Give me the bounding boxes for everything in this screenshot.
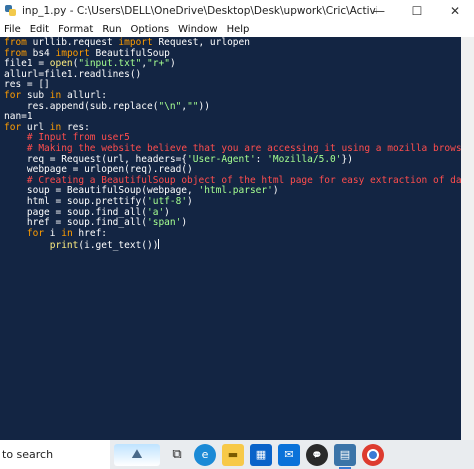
code-text[interactable]: from urllib.request import Request, urlo…	[0, 37, 461, 252]
menu-bar: File Edit Format Run Options Window Help	[0, 21, 474, 37]
mountain-widget-icon[interactable]: ⛰	[114, 443, 160, 466]
search-text: to search	[2, 448, 54, 461]
window-title: inp_1.py - C:\Users\DELL\OneDrive\Deskto…	[22, 4, 377, 17]
taskbar: to search ⛰ ⧉ e ▬ ▦ ✉ 💬 ▤	[0, 440, 474, 469]
menu-run[interactable]: Run	[98, 24, 126, 35]
vertical-scrollbar[interactable]	[461, 37, 474, 440]
chrome-icon[interactable]	[362, 443, 384, 466]
text-cursor	[158, 239, 160, 250]
taskbar-search[interactable]: to search	[0, 440, 110, 469]
close-button[interactable]: ✕	[436, 0, 474, 21]
menu-options[interactable]: Options	[127, 24, 175, 35]
file-explorer-icon[interactable]: ▬	[222, 443, 244, 466]
edge-icon[interactable]: e	[194, 443, 216, 466]
maximize-button[interactable]: ☐	[398, 0, 436, 21]
python-icon[interactable]: ▤	[334, 443, 356, 469]
menu-edit[interactable]: Edit	[26, 24, 54, 35]
code-editor[interactable]: from urllib.request import Request, urlo…	[0, 37, 461, 440]
menu-format[interactable]: Format	[54, 24, 98, 35]
mail-icon[interactable]: ✉	[278, 443, 300, 466]
store-icon[interactable]: ▦	[250, 443, 272, 466]
window-controls: — ☐ ✕	[360, 0, 474, 21]
idle-editor-window: inp_1.py - C:\Users\DELL\OneDrive\Deskto…	[0, 0, 474, 440]
chat-icon[interactable]: 💬	[306, 443, 328, 466]
menu-file[interactable]: File	[0, 24, 26, 35]
title-bar[interactable]: inp_1.py - C:\Users\DELL\OneDrive\Deskto…	[0, 0, 474, 21]
menu-window[interactable]: Window	[174, 24, 222, 35]
task-view-icon[interactable]: ⧉	[166, 444, 188, 466]
minimize-button[interactable]: —	[360, 0, 398, 21]
python-file-icon	[5, 5, 16, 16]
menu-help[interactable]: Help	[223, 24, 255, 35]
